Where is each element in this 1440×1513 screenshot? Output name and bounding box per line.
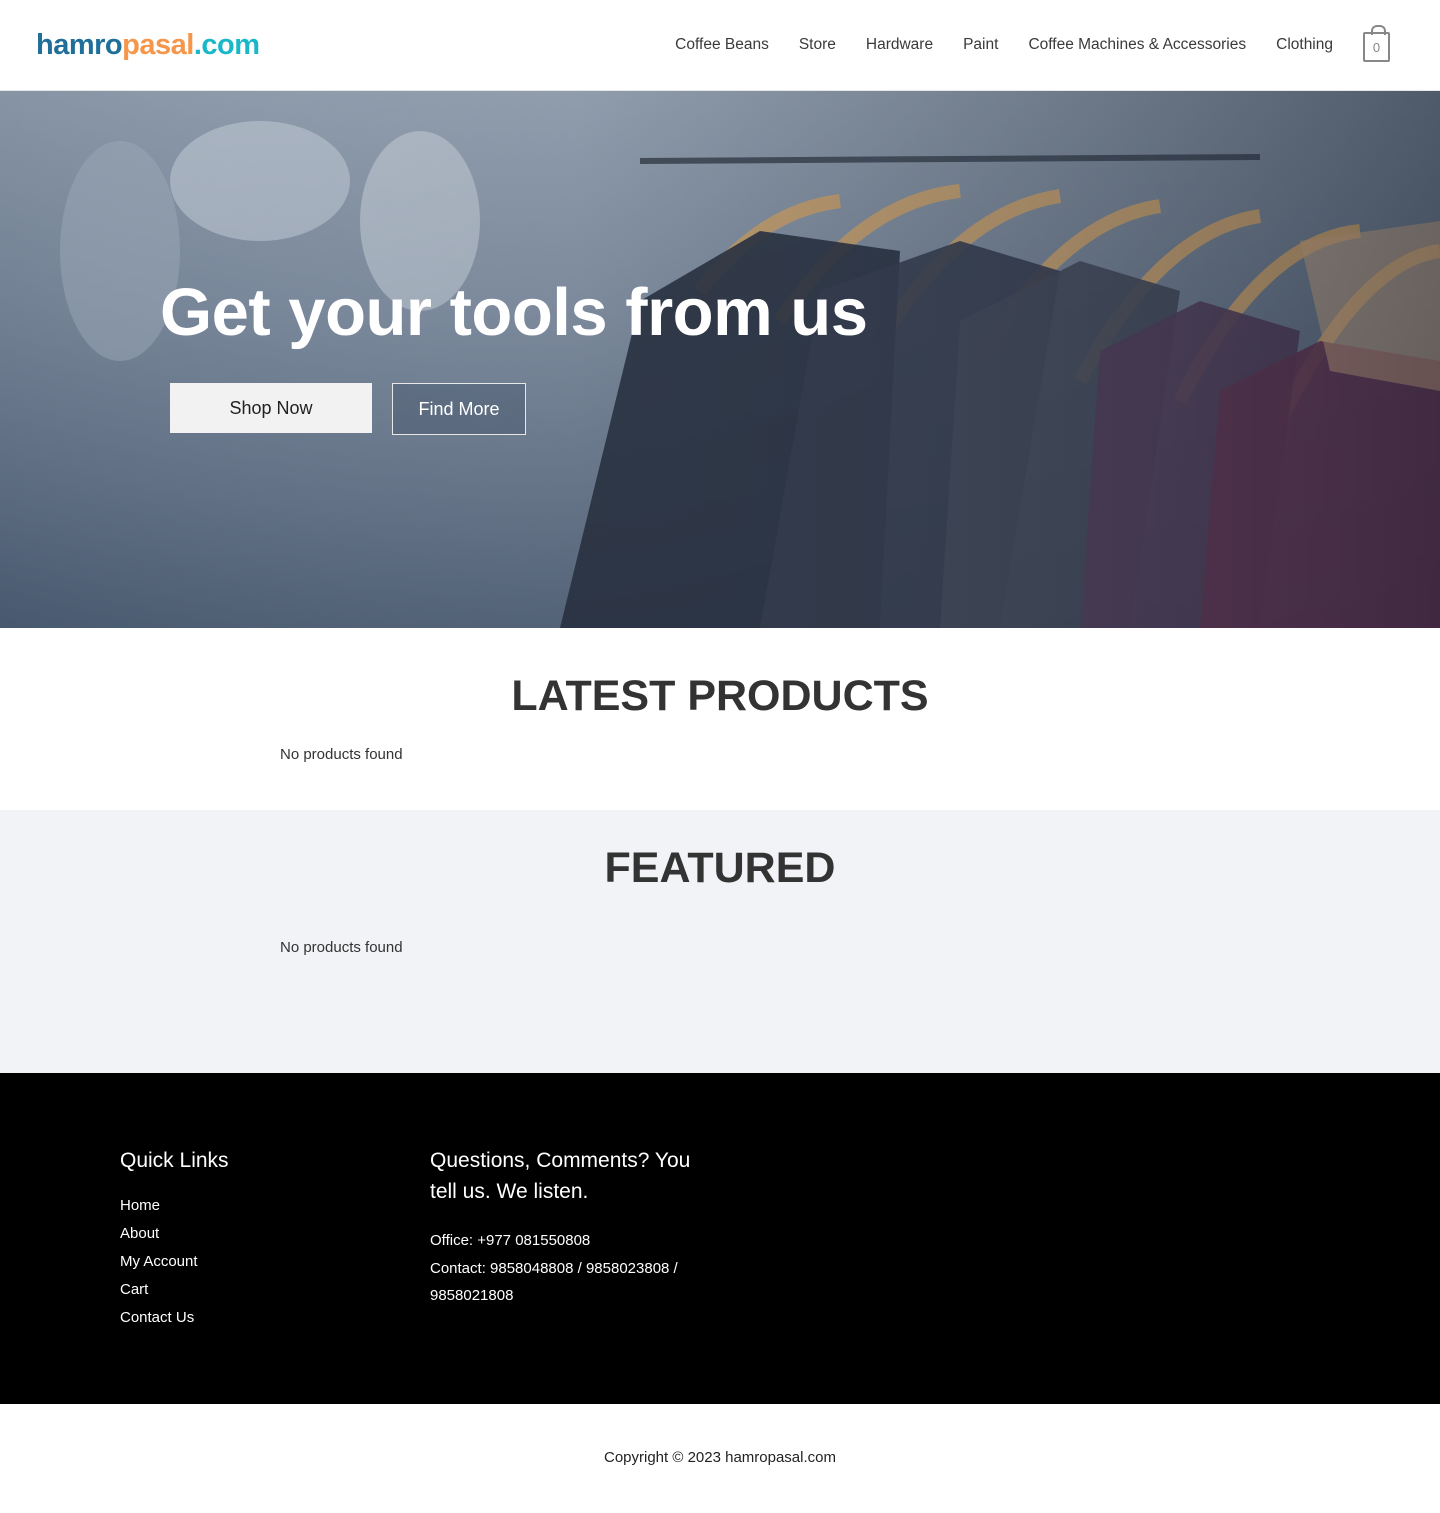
latest-products-title: LATEST PRODUCTS bbox=[511, 672, 929, 720]
latest-products-section: LATEST PRODUCTS No products found bbox=[0, 628, 1440, 810]
logo-text-hamro: hamro bbox=[36, 29, 123, 61]
nav-item-store[interactable]: Store bbox=[799, 28, 836, 62]
footer-link-my-account[interactable]: My Account bbox=[120, 1248, 229, 1276]
cart-bag-icon[interactable]: 0 bbox=[1363, 25, 1390, 62]
nav-item-paint[interactable]: Paint bbox=[963, 28, 998, 62]
copyright-bar: Copyright © 2023 hamropasal.com bbox=[0, 1404, 1440, 1513]
nav-item-clothing[interactable]: Clothing bbox=[1276, 28, 1333, 62]
find-more-button[interactable]: Find More bbox=[392, 383, 526, 435]
contact-column: Questions, Comments? You tell us. We lis… bbox=[430, 1145, 720, 1310]
nav-item-coffee-machines[interactable]: Coffee Machines & Accessories bbox=[1028, 28, 1246, 62]
contact-details: Office: +977 081550808 Contact: 98580488… bbox=[430, 1227, 720, 1310]
hero-title: Get your tools from us bbox=[160, 275, 868, 350]
copyright-text: Copyright © 2023 hamropasal.com bbox=[603, 1449, 836, 1466]
quick-links-column: Quick Links Home About My Account Cart C… bbox=[120, 1145, 229, 1332]
featured-title: FEATURED bbox=[604, 844, 836, 892]
contact-heading: Questions, Comments? You tell us. We lis… bbox=[430, 1149, 691, 1203]
logo-text-com: .com bbox=[193, 29, 260, 61]
site-logo[interactable]: hamropasal.com bbox=[36, 29, 260, 61]
shop-now-button[interactable]: Shop Now bbox=[170, 383, 372, 433]
logo-text-pasal: pasal bbox=[122, 29, 194, 61]
quick-links-heading: Quick Links bbox=[120, 1149, 229, 1172]
hero-banner: Get your tools from us Shop Now Find Mor… bbox=[0, 91, 1440, 628]
footer-link-home[interactable]: Home bbox=[120, 1192, 229, 1220]
office-phone: Office: +977 081550808 bbox=[430, 1232, 591, 1249]
site-header: hamropasal.com Coffee Beans Store Hardwa… bbox=[0, 0, 1440, 91]
site-footer: Quick Links Home About My Account Cart C… bbox=[0, 1073, 1440, 1404]
main-nav: Coffee Beans Store Hardware Paint Coffee… bbox=[645, 25, 1390, 62]
footer-link-cart[interactable]: Cart bbox=[120, 1276, 229, 1304]
latest-empty-message: No products found bbox=[280, 746, 403, 763]
contact-phones: Contact: 9858048808 / 9858023808 / 98580… bbox=[430, 1259, 678, 1305]
footer-link-about[interactable]: About bbox=[120, 1220, 229, 1248]
cart-count: 0 bbox=[1372, 39, 1381, 55]
quick-links-list: Home About My Account Cart Contact Us bbox=[120, 1192, 229, 1332]
nav-item-hardware[interactable]: Hardware bbox=[866, 28, 933, 62]
nav-item-coffee-beans[interactable]: Coffee Beans bbox=[675, 28, 769, 62]
hero-clothing-rack-image bbox=[0, 91, 1440, 628]
featured-section: FEATURED No products found bbox=[0, 810, 1440, 1073]
featured-empty-message: No products found bbox=[280, 939, 403, 956]
footer-link-contact-us[interactable]: Contact Us bbox=[120, 1304, 229, 1332]
